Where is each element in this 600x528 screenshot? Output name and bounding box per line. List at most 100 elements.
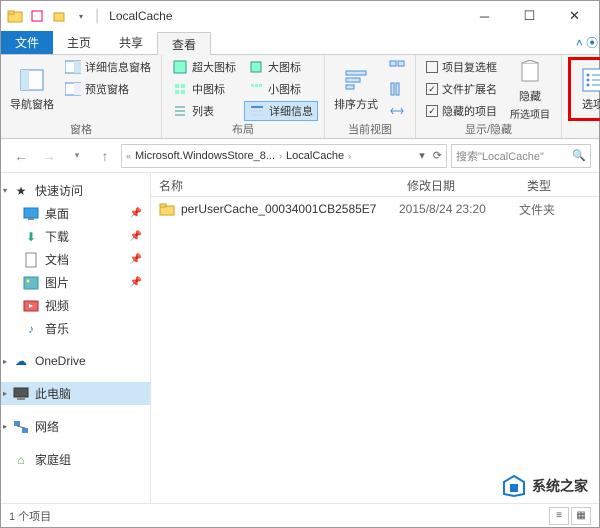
network-icon [13, 419, 29, 435]
hidden-items-toggle[interactable]: ✓隐藏的项目 [422, 101, 501, 121]
lg-icons-icon [248, 59, 264, 75]
checkbox-checked-icon: ✓ [426, 83, 438, 95]
hide-selected-button[interactable]: 隐藏 所选项目 [505, 57, 555, 121]
item-checkboxes-toggle[interactable]: 项目复选框 [422, 57, 501, 77]
tab-home[interactable]: 主页 [53, 31, 105, 54]
sidebar-homegroup[interactable]: ⌂家庭组 [1, 448, 150, 471]
file-extensions-toggle[interactable]: ✓文件扩展名 [422, 79, 501, 99]
ribbon-tabs: 文件 主页 共享 查看 ˄ ⦿ [1, 31, 599, 55]
group-by-button[interactable] [385, 57, 409, 77]
add-columns-button[interactable] [385, 79, 409, 99]
tab-file[interactable]: 文件 [1, 31, 53, 54]
file-name: perUserCache_00034001CB2585E7 [181, 202, 399, 216]
sidebar-network[interactable]: ▸网络 [1, 415, 150, 438]
maximize-button[interactable]: ☐ [507, 2, 552, 30]
breadcrumb[interactable]: « Microsoft.WindowsStore_8... › LocalCac… [121, 144, 447, 168]
nav-pane-icon [18, 66, 46, 94]
checkbox-checked-icon: ✓ [426, 105, 438, 117]
breadcrumb-segment[interactable]: Microsoft.WindowsStore_8... [135, 150, 275, 162]
music-icon: ♪ [23, 321, 39, 337]
search-input[interactable]: 搜索"LocalCache" 🔍 [451, 144, 591, 168]
minimize-button[interactable]: ─ [462, 2, 507, 30]
group-label-current-view: 当前视图 [331, 121, 409, 139]
sidebar-videos[interactable]: 视频 [1, 294, 150, 317]
address-bar: ← → ▾ ↑ « Microsoft.WindowsStore_8... › … [1, 139, 599, 173]
details-view-toggle[interactable]: ≡ [549, 507, 569, 525]
item-count: 1 个项目 [9, 508, 51, 524]
navigation-sidebar: ▾★快速访问 桌面📌 ⬇下载📌 文档📌 图片📌 视频 ♪音乐 ▸☁OneDriv… [1, 173, 151, 503]
navigation-pane-button[interactable]: 导航窗格 [7, 57, 57, 121]
sidebar-onedrive[interactable]: ▸☁OneDrive [1, 350, 150, 372]
size-columns-button[interactable] [385, 101, 409, 121]
back-button[interactable]: ← [9, 144, 33, 168]
column-headers: 名称 修改日期 类型 [151, 173, 599, 197]
recent-locations-button[interactable]: ▾ [65, 144, 89, 168]
refresh-icon[interactable]: ⟳ [433, 149, 442, 162]
pin-icon: 📌 [130, 254, 142, 265]
options-icon [579, 66, 600, 94]
qat-new-folder-icon[interactable] [51, 8, 67, 24]
sort-by-button[interactable]: 排序方式 [331, 57, 381, 121]
chevron-right-icon: › [279, 151, 282, 161]
sidebar-quick-access[interactable]: ▾★快速访问 [1, 179, 150, 202]
sidebar-music[interactable]: ♪音乐 [1, 317, 150, 340]
file-type: 文件夹 [519, 201, 599, 218]
sidebar-desktop[interactable]: 桌面📌 [1, 202, 150, 225]
sort-icon [342, 66, 370, 94]
videos-icon [23, 298, 39, 314]
options-button[interactable]: 选项 [568, 57, 600, 121]
group-by-icon [389, 59, 405, 75]
titlebar: ▾ | LocalCache ─ ☐ ✕ [1, 1, 599, 31]
watermark: 系统之家 [502, 474, 588, 498]
list-icon [172, 103, 188, 119]
file-date: 2015/8/24 23:20 [399, 202, 519, 216]
pin-icon: 📌 [130, 208, 142, 219]
sidebar-downloads[interactable]: ⬇下载📌 [1, 225, 150, 248]
layout-extra-large[interactable]: 超大图标 [168, 57, 240, 77]
close-button[interactable]: ✕ [552, 2, 597, 30]
chevron-right-icon: › [348, 151, 351, 161]
downloads-icon: ⬇ [23, 229, 39, 245]
preview-pane-icon [65, 81, 81, 97]
ribbon-help-icon[interactable]: ˄ ⦿ [575, 31, 599, 54]
desktop-icon [23, 206, 39, 222]
tab-share[interactable]: 共享 [105, 31, 157, 54]
history-dropdown-icon[interactable]: ▾ [419, 149, 425, 162]
this-pc-icon [13, 386, 29, 402]
details-icon [249, 103, 265, 119]
layout-small[interactable]: 小图标 [244, 79, 318, 99]
folder-icon [159, 202, 175, 216]
breadcrumb-segment[interactable]: LocalCache [286, 150, 344, 162]
column-name[interactable]: 名称 [151, 173, 399, 196]
column-type[interactable]: 类型 [519, 173, 599, 196]
layout-large[interactable]: 大图标 [244, 57, 318, 77]
search-icon[interactable]: 🔍 [572, 149, 586, 162]
up-button[interactable]: ↑ [93, 144, 117, 168]
size-columns-icon [389, 103, 405, 119]
details-pane-button[interactable]: 详细信息窗格 [61, 57, 155, 77]
group-label-panes: 窗格 [7, 121, 155, 139]
sidebar-documents[interactable]: 文档📌 [1, 248, 150, 271]
layout-medium[interactable]: 中图标 [168, 79, 240, 99]
layout-details[interactable]: 详细信息 [244, 101, 318, 121]
xl-icons-icon [172, 59, 188, 75]
homegroup-icon: ⌂ [13, 452, 29, 468]
list-item[interactable]: perUserCache_00034001CB2585E7 2015/8/24 … [151, 197, 599, 221]
qat-properties-icon[interactable] [29, 8, 45, 24]
watermark-icon [502, 474, 526, 498]
file-list-area: 名称 修改日期 类型 perUserCache_00034001CB2585E7… [151, 173, 599, 503]
group-label-show-hide: 显示/隐藏 [422, 121, 555, 139]
chevron-left-icon[interactable]: « [126, 151, 131, 161]
window-title: LocalCache [109, 9, 172, 23]
qat-dropdown-icon[interactable]: ▾ [73, 8, 89, 24]
column-modified[interactable]: 修改日期 [399, 173, 519, 196]
forward-button[interactable]: → [37, 144, 61, 168]
layout-list[interactable]: 列表 [168, 101, 240, 121]
tab-view[interactable]: 查看 [157, 32, 211, 55]
sidebar-pictures[interactable]: 图片📌 [1, 271, 150, 294]
sidebar-this-pc[interactable]: ▸此电脑 [1, 382, 150, 405]
sm-icons-icon [248, 81, 264, 97]
preview-pane-button[interactable]: 预览窗格 [61, 79, 155, 99]
thumbnails-view-toggle[interactable]: ▦ [571, 507, 591, 525]
status-bar: 1 个项目 ≡ ▦ [1, 503, 599, 527]
